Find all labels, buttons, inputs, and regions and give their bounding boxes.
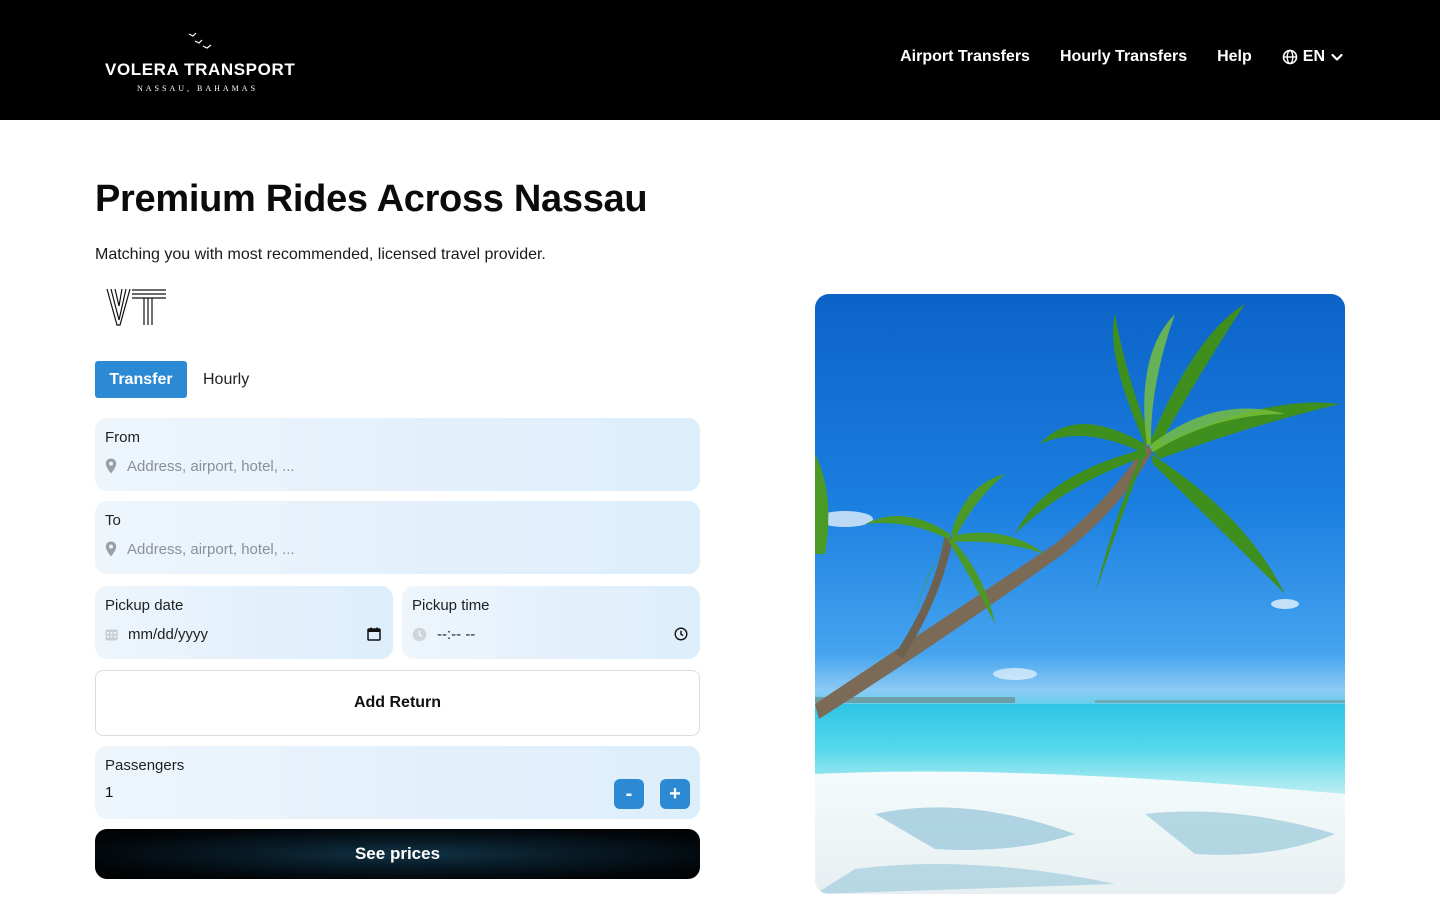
passengers-field: Passengers 1 - + (95, 746, 700, 819)
see-prices-button[interactable]: See prices (95, 829, 700, 879)
pickup-time-label: Pickup time (412, 597, 490, 614)
from-input[interactable] (127, 457, 688, 475)
page-title: Premium Rides Across Nassau (95, 178, 648, 220)
page-subtitle: Matching you with most recommended, lice… (95, 246, 546, 263)
chevron-down-icon (1331, 53, 1343, 61)
pickup-time-input[interactable]: --:-- -- (437, 626, 674, 643)
pickup-time-field[interactable]: Pickup time --:-- -- (402, 586, 700, 659)
globe-icon (1282, 49, 1298, 65)
clock-icon[interactable] (674, 627, 688, 641)
add-return-button[interactable]: Add Return (95, 670, 700, 736)
pickup-date-label: Pickup date (105, 597, 184, 614)
clock-grey-icon (412, 627, 427, 641)
birds-icon (188, 32, 212, 49)
tab-transfer[interactable]: Transfer (95, 361, 187, 398)
pickup-date-field[interactable]: Pickup date mm/dd/yyyy (95, 586, 393, 659)
increase-passengers-button[interactable]: + (660, 779, 690, 809)
brand-tagline: NASSAU, BAHAMAS (137, 84, 259, 93)
pickup-date-input[interactable]: mm/dd/yyyy (128, 626, 367, 643)
beach-illustration (815, 304, 1345, 894)
nav-hourly-transfers[interactable]: Hourly Transfers (1060, 48, 1187, 66)
site-header: VOLERA TRANSPORT NASSAU, BAHAMAS Airport… (0, 0, 1440, 120)
to-label: To (105, 512, 121, 529)
vt-logo: VT (106, 288, 166, 326)
nav-airport-transfers[interactable]: Airport Transfers (900, 48, 1030, 66)
beach-photo (815, 294, 1345, 894)
passengers-count: 1 (105, 784, 114, 801)
decrease-passengers-button[interactable]: - (614, 779, 644, 809)
language-selector[interactable]: EN (1282, 48, 1344, 66)
main-nav: Airport Transfers Hourly Transfers Help … (900, 48, 1344, 66)
calendar-grid-icon (105, 629, 118, 640)
passengers-label: Passengers (105, 757, 185, 774)
location-pin-icon (105, 541, 117, 557)
location-pin-icon (105, 458, 117, 474)
calendar-icon[interactable] (367, 627, 381, 641)
nav-help[interactable]: Help (1217, 48, 1252, 66)
to-field[interactable]: To (95, 501, 700, 574)
brand-logo[interactable]: VOLERA TRANSPORT NASSAU, BAHAMAS (105, 30, 295, 96)
from-label: From (105, 429, 140, 446)
brand-name: VOLERA TRANSPORT (105, 60, 296, 79)
language-label: EN (1302, 48, 1325, 65)
tab-hourly[interactable]: Hourly (203, 361, 249, 398)
from-field[interactable]: From (95, 418, 700, 491)
to-input[interactable] (127, 540, 688, 558)
